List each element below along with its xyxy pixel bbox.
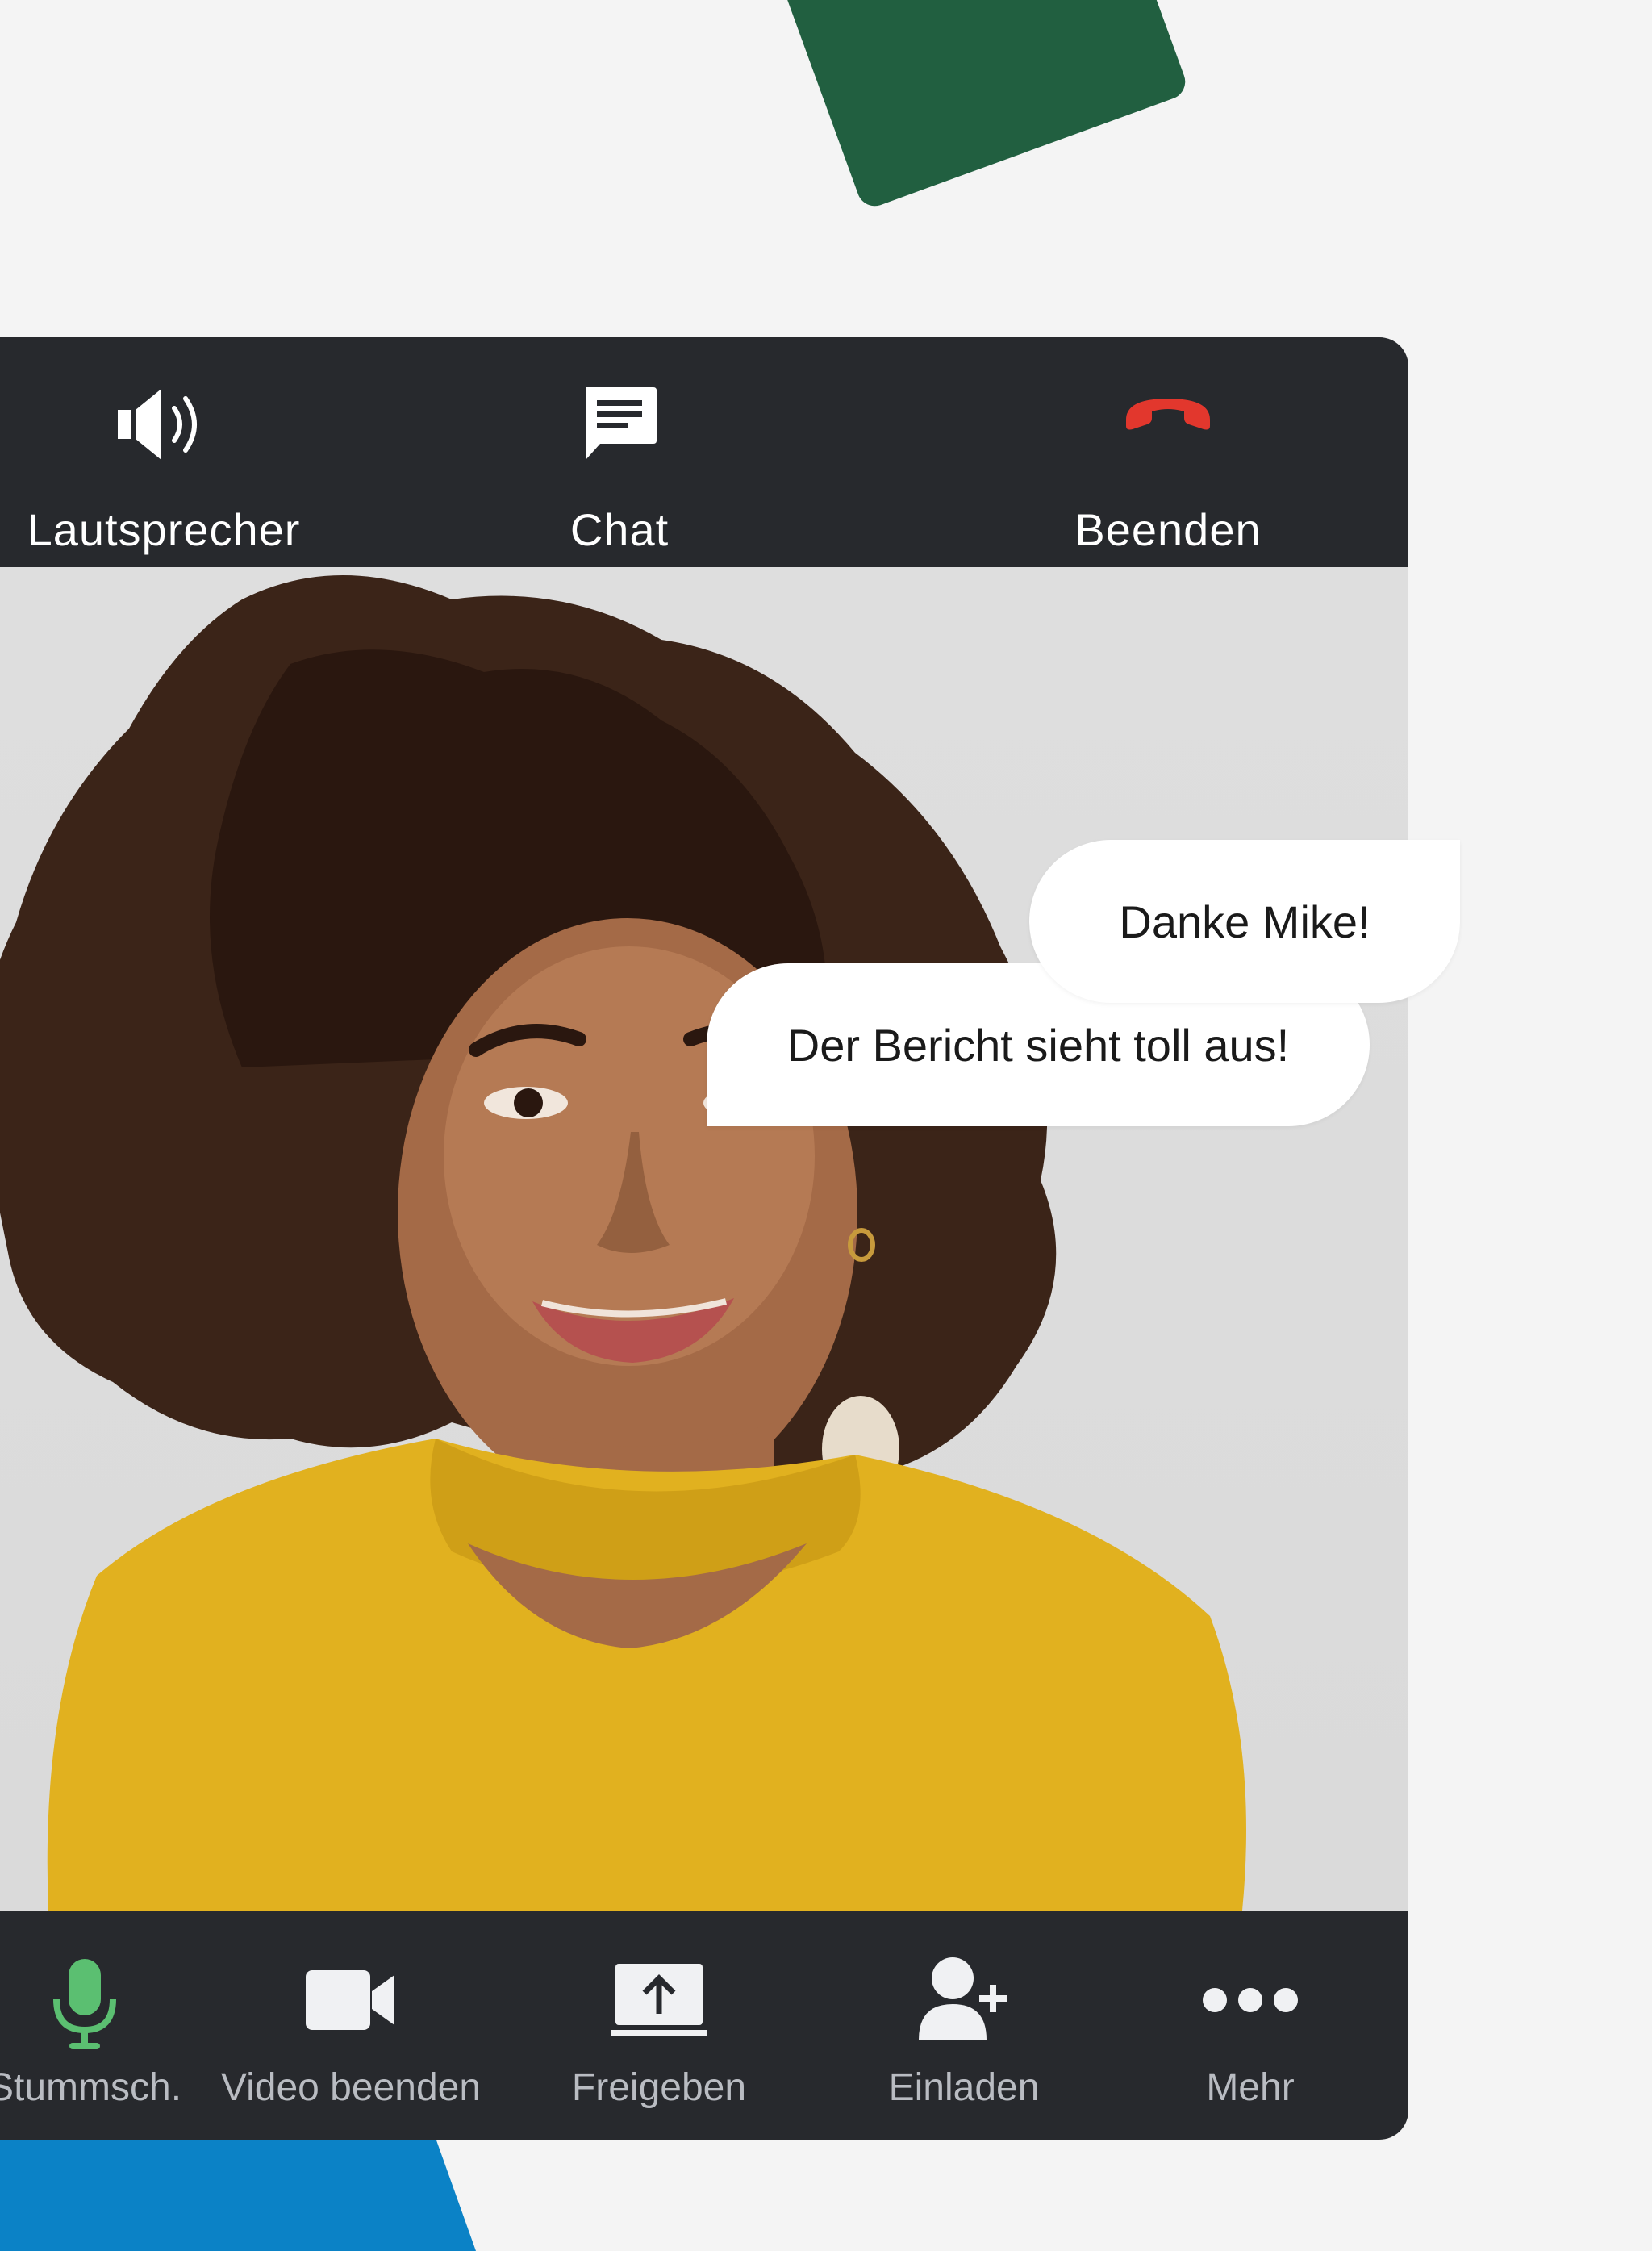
share-screen-icon (611, 1964, 707, 2036)
end-call-button[interactable]: Beenden (1053, 366, 1283, 555)
speaker-button[interactable]: Lautsprecher (0, 366, 327, 555)
decorative-green-shape (753, 0, 1191, 211)
more-button[interactable]: Mehr (1170, 1911, 1331, 2140)
invite-button[interactable]: Einladen (871, 1911, 1057, 2140)
participant-image (0, 575, 1246, 1911)
participant-video: Der Bericht sieht toll aus! (0, 567, 1408, 1911)
share-label: Freigeben (571, 2066, 747, 2109)
more-label: Mehr (1206, 2066, 1295, 2109)
decorative-blue-shape (0, 2138, 476, 2251)
chat-button[interactable]: Chat (539, 366, 700, 555)
invite-label: Einladen (888, 2066, 1040, 2109)
top-toolbar: Lautsprecher Chat Beenden (0, 337, 1408, 567)
more-dots-icon (1203, 1988, 1298, 2012)
speaker-label: Lautsprecher (27, 504, 301, 555)
stop-video-label: Video beenden (220, 2066, 482, 2109)
chat-icon (586, 387, 657, 460)
mute-button[interactable]: Stummsch. (0, 1911, 181, 2140)
end-call-label: Beenden (1074, 504, 1262, 555)
microphone-icon (53, 1959, 116, 2049)
stop-video-button[interactable]: Video beenden (210, 1911, 492, 2140)
speaker-icon (118, 389, 197, 460)
chat-reply-text: Danke Mike! (1119, 896, 1370, 947)
chat-reply-bubble: Danke Mike! (1029, 840, 1460, 1003)
mute-label: Stummsch. (0, 2066, 182, 2109)
add-person-icon (919, 1957, 1007, 2040)
share-button[interactable]: Freigeben (558, 1911, 760, 2140)
meeting-window: Lautsprecher Chat Beenden Der Bericht si… (0, 337, 1408, 2140)
video-camera-icon (306, 1970, 394, 2030)
chat-label: Chat (569, 504, 670, 555)
chat-message-text: Der Bericht sieht toll aus! (786, 1019, 1290, 1071)
end-call-icon (1126, 399, 1210, 430)
bottom-toolbar: Stummsch. Video beenden Freigeben Einlad… (0, 1911, 1408, 2140)
